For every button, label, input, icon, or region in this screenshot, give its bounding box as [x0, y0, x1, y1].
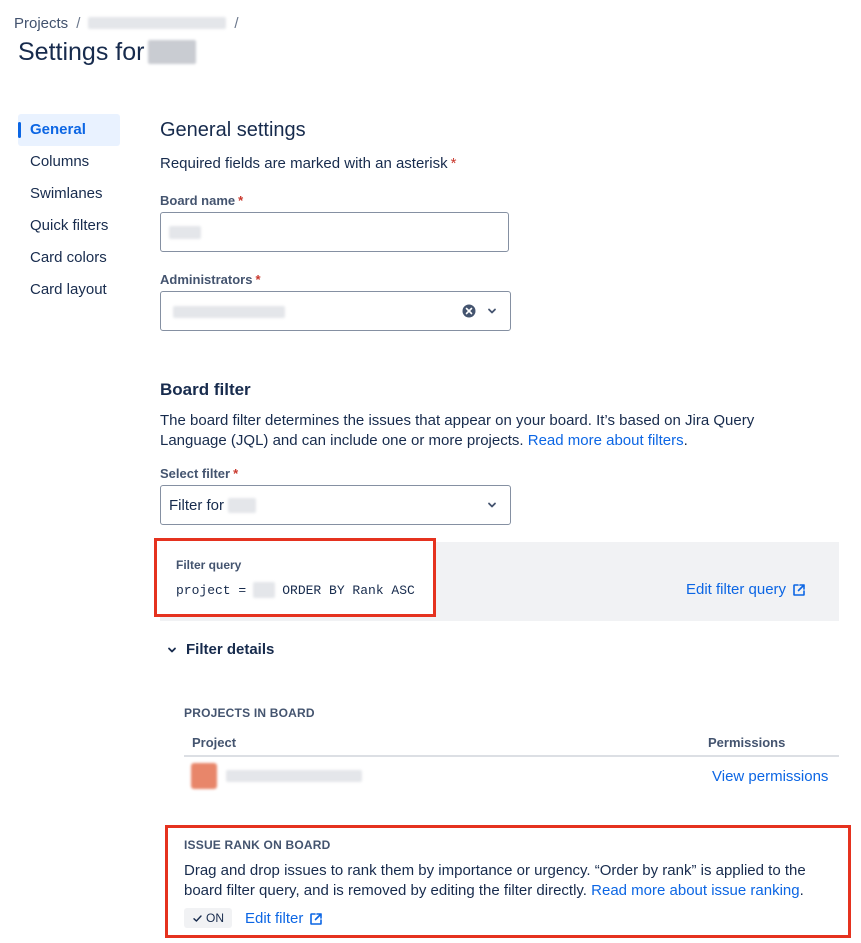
read-more-issue-ranking-link[interactable]: Read more about issue ranking — [591, 882, 799, 899]
edit-filter-text: Edit filter — [245, 910, 304, 927]
administrators-select[interactable] — [160, 291, 511, 331]
issue-rank-status-badge: ON — [184, 908, 232, 928]
administrator-value — [173, 306, 285, 318]
issue-rank-description: Drag and drop issues to rank them by imp… — [184, 861, 839, 901]
external-link-icon — [309, 912, 323, 926]
breadcrumb-projects-link[interactable]: Projects — [14, 15, 68, 32]
general-settings-heading: General settings — [160, 119, 306, 141]
filter-query-highlight — [154, 538, 436, 617]
sidebar-item-general[interactable]: General — [18, 114, 120, 146]
settings-sidebar: General Columns Swimlanes Quick filters … — [18, 114, 120, 306]
sidebar-item-columns[interactable]: Columns — [18, 146, 120, 178]
select-filter-value-text: Filter for — [169, 497, 225, 514]
sidebar-item-swimlanes[interactable]: Swimlanes — [18, 178, 120, 210]
required-asterisk: * — [255, 272, 261, 287]
board-name-label: Board name * — [160, 193, 243, 208]
filter-query-text: project = ORDER BY Rank ASC — [176, 582, 415, 598]
board-name-label-text: Board name — [160, 193, 236, 208]
select-filter-value-redacted — [228, 498, 257, 513]
select-filter-value: Filter for — [169, 497, 257, 514]
select-filter-dropdown[interactable]: Filter for — [160, 485, 511, 525]
projects-in-board-heading: PROJECTS IN BOARD — [184, 706, 315, 720]
view-permissions-link[interactable]: View permissions — [712, 768, 828, 785]
required-fields-note: Required fields are marked with an aster… — [160, 154, 456, 174]
board-name-input[interactable] — [160, 212, 509, 252]
column-header-permissions: Permissions — [708, 735, 786, 750]
edit-filter-link[interactable]: Edit filter — [245, 910, 323, 927]
project-name[interactable] — [226, 770, 362, 782]
issue-rank-status-label: ON — [206, 911, 224, 925]
filter-query-suffix: ORDER BY Rank ASC — [282, 582, 415, 598]
issue-rank-heading: ISSUE RANK ON BOARD — [184, 838, 331, 852]
sidebar-item-quick-filters[interactable]: Quick filters — [18, 210, 120, 242]
external-link-icon — [792, 583, 806, 597]
board-name-value — [169, 226, 201, 239]
administrators-label-text: Administrators — [160, 272, 253, 287]
required-asterisk: * — [450, 155, 457, 172]
check-icon — [192, 913, 203, 924]
filter-query-label: Filter query — [176, 558, 242, 572]
breadcrumb: Projects / / — [14, 13, 247, 33]
board-filter-description: The board filter determines the issues t… — [160, 411, 820, 451]
read-more-filters-link[interactable]: Read more about filters — [528, 432, 684, 449]
page-title-board-name — [148, 40, 197, 64]
column-header-project: Project — [192, 735, 237, 750]
breadcrumb-separator: / — [234, 14, 239, 32]
required-asterisk: * — [238, 193, 244, 208]
chevron-down-icon[interactable] — [486, 499, 498, 511]
board-filter-heading: Board filter — [160, 380, 251, 399]
select-filter-label: Select filter * — [160, 466, 238, 481]
required-fields-text: Required fields are marked with an aster… — [160, 155, 448, 172]
administrators-select-controls — [462, 304, 498, 318]
edit-filter-query-text: Edit filter query — [686, 581, 787, 598]
edit-filter-query-link[interactable]: Edit filter query — [686, 581, 806, 598]
breadcrumb-separator: / — [76, 14, 81, 32]
sidebar-item-card-layout[interactable]: Card layout — [18, 274, 120, 306]
filter-query-prefix: project = — [176, 582, 247, 598]
filter-details-label: Filter details — [186, 641, 275, 658]
period: . — [683, 432, 688, 449]
chevron-down-icon — [166, 644, 178, 656]
sidebar-item-card-colors[interactable]: Card colors — [18, 242, 120, 274]
chevron-down-icon[interactable] — [486, 305, 498, 317]
page-title-text: Settings for — [18, 37, 145, 66]
period: . — [799, 882, 804, 899]
page-title: Settings for — [18, 36, 197, 68]
required-asterisk: * — [233, 466, 239, 481]
project-avatar — [191, 763, 217, 789]
select-filter-label-text: Select filter — [160, 466, 231, 481]
clear-icon[interactable] — [462, 304, 476, 318]
table-row: View permissions — [184, 757, 839, 795]
filter-details-toggle[interactable]: Filter details — [166, 641, 274, 658]
administrators-label: Administrators * — [160, 272, 261, 287]
breadcrumb-project-link[interactable] — [88, 17, 227, 29]
filter-query-project-key — [253, 582, 276, 598]
